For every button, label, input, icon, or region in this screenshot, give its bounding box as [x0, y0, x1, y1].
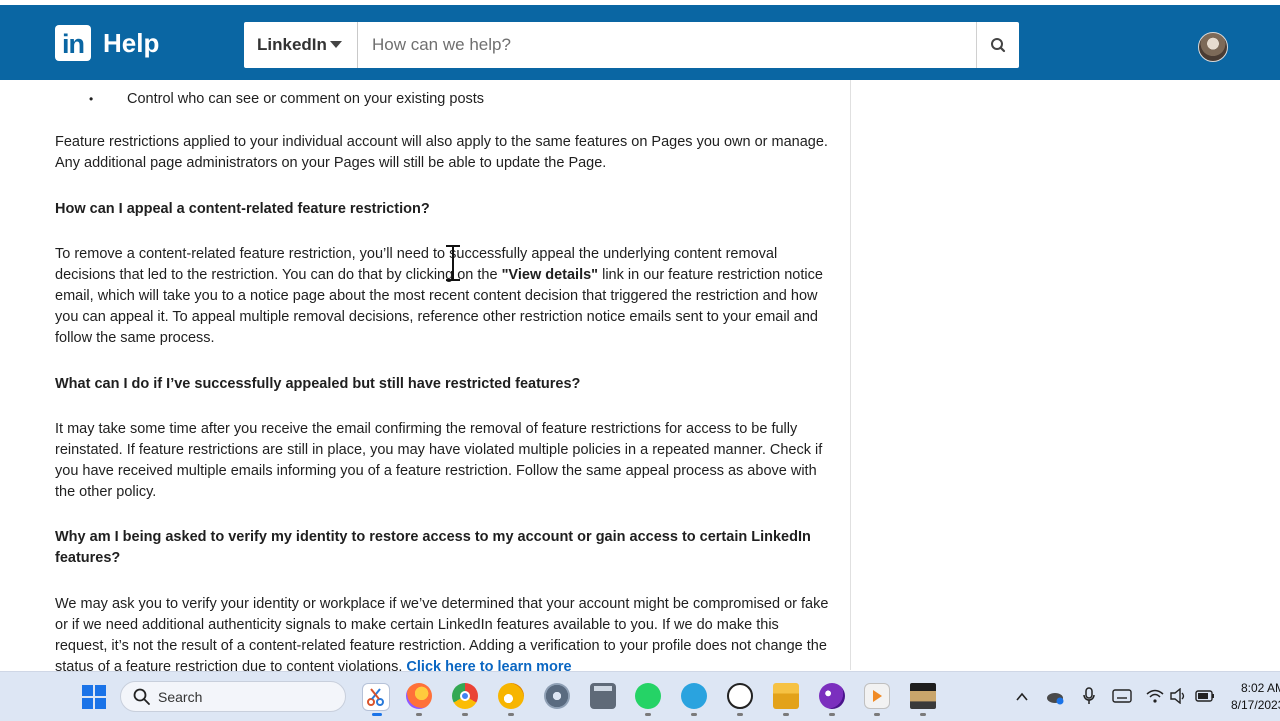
firefox-icon[interactable] — [406, 683, 432, 709]
chevron-down-icon — [330, 41, 342, 48]
search-icon — [991, 38, 1006, 53]
app-running-indicator — [416, 713, 422, 716]
windows-taskbar: Search 8:02 A 8/17/2023 — [0, 671, 1280, 721]
onedrive-icon[interactable] — [1045, 689, 1065, 705]
telegram-icon[interactable] — [681, 683, 707, 709]
linkedin-logo-icon[interactable]: in — [55, 25, 91, 61]
list-item-text: Control who can see or comment on your e… — [127, 91, 485, 107]
volume-icon[interactable] — [1170, 688, 1188, 704]
help-title[interactable]: Help — [103, 27, 159, 59]
profile-avatar[interactable] — [1198, 32, 1228, 62]
paragraph-verify-identity: We may ask you to verify your identity o… — [55, 594, 830, 678]
heading-still-restricted: What can I do if I’ve successfully appea… — [55, 376, 581, 392]
heading-appeal-restriction: How can I appeal a content-related featu… — [55, 201, 430, 217]
help-header: in Help LinkedIn — [0, 5, 1280, 80]
clock-date[interactable]: 8/17/2023 — [1231, 698, 1280, 712]
media-player-icon[interactable] — [864, 683, 890, 709]
clock-time[interactable]: 8:02 AM — [1241, 681, 1280, 695]
app-running-indicator — [829, 713, 835, 716]
bullet-dot: • — [89, 92, 94, 106]
paragraph-appeal-steps: To remove a content-related feature rest… — [55, 244, 830, 349]
snipping-tool-icon[interactable] — [362, 683, 390, 711]
app-running-indicator — [691, 713, 697, 716]
search-input[interactable] — [372, 22, 972, 68]
file-explorer-icon[interactable] — [773, 683, 799, 709]
copilot-icon[interactable] — [819, 683, 845, 709]
battery-icon[interactable] — [1195, 688, 1215, 704]
view-details-label: "View details" — [501, 267, 599, 283]
taskbar-search-label: Search — [158, 689, 203, 705]
search-scope-dropdown[interactable]: LinkedIn — [244, 22, 358, 68]
search-icon — [133, 688, 150, 705]
heading-verify-identity: Why am I being asked to verify my identi… — [55, 529, 811, 566]
app-running-indicator — [645, 713, 651, 716]
search-scope-label: LinkedIn — [257, 35, 327, 54]
settings-icon[interactable] — [544, 683, 570, 709]
app-running-indicator — [737, 713, 743, 716]
text-cursor-icon — [446, 245, 460, 281]
microphone-icon[interactable] — [1082, 687, 1096, 705]
whatsapp-icon[interactable] — [635, 683, 661, 709]
app-running-indicator — [372, 713, 382, 716]
taskbar-search-box[interactable]: Search — [120, 681, 346, 712]
sidebar-divider — [850, 80, 851, 670]
app-running-indicator — [508, 713, 514, 716]
chatgpt-icon[interactable] — [727, 683, 753, 709]
keyboard-icon[interactable] — [1112, 689, 1132, 703]
chevron-up-icon[interactable] — [1015, 690, 1029, 704]
wifi-icon[interactable] — [1146, 688, 1164, 704]
photos-icon[interactable] — [910, 683, 936, 709]
app-running-indicator — [920, 713, 926, 716]
paragraph-reinstatement: It may take some time after you receive … — [55, 421, 823, 500]
calculator-icon[interactable] — [590, 683, 616, 709]
app-running-indicator — [874, 713, 880, 716]
windows-start-icon[interactable] — [82, 685, 106, 709]
scissors-icon — [367, 688, 384, 706]
paragraph-feature-restrictions-pages: Feature restrictions applied to your ind… — [55, 134, 828, 171]
edge-canary-icon[interactable] — [498, 683, 524, 709]
app-running-indicator — [462, 713, 468, 716]
app-running-indicator — [783, 713, 789, 716]
search-button[interactable] — [976, 22, 1019, 68]
help-search-bar: LinkedIn — [244, 22, 1019, 68]
chrome-icon[interactable] — [452, 683, 478, 709]
